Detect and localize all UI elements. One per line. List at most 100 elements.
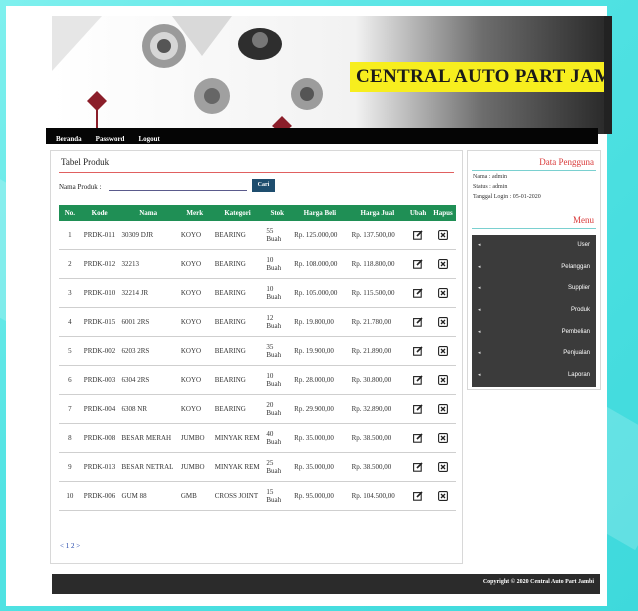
cell-harga-jual: Rp. 38.500,00 <box>348 423 407 453</box>
sidebar-item-user[interactable]: ◂ User <box>472 235 596 257</box>
cell-hapus <box>430 423 456 453</box>
cell-stok: 40 Buah <box>263 423 292 453</box>
cell-ubah <box>406 278 430 308</box>
cell-kode: PRDK-003 <box>80 365 119 395</box>
delete-icon[interactable] <box>438 346 448 356</box>
delete-icon[interactable] <box>438 317 448 327</box>
sidebar-menu: ◂ User ◂ Pelanggan ◂ Supplier ◂ Produk ◂ Pemb… <box>472 235 596 387</box>
cell-merk: JUMBO <box>177 423 212 453</box>
cell-harga-beli: Rp. 19.800,00 <box>291 307 349 337</box>
edit-icon[interactable] <box>413 404 423 414</box>
cell-merk: KOYO <box>177 307 212 337</box>
cell-kategori: MINYAK REM <box>211 423 264 453</box>
sidebar-item-supplier[interactable]: ◂ Supplier <box>472 278 596 300</box>
search-label: Nama Produk : <box>59 183 102 191</box>
sidebar-item-penjualan[interactable]: ◂ Penjualan <box>472 343 596 365</box>
cell-kategori: BEARING <box>211 365 264 395</box>
delete-icon[interactable] <box>438 375 448 385</box>
edit-icon[interactable] <box>413 375 423 385</box>
cell-kode: PRDK-008 <box>80 423 119 453</box>
delete-icon[interactable] <box>438 491 448 501</box>
cell-merk: KOYO <box>177 336 212 366</box>
cell-hapus <box>430 481 456 511</box>
cell-ubah <box>406 221 430 250</box>
delete-icon[interactable] <box>438 462 448 472</box>
edit-icon[interactable] <box>413 433 423 443</box>
chevron-left-icon: ◂ <box>478 263 481 270</box>
cell-no: 9 <box>59 452 81 482</box>
cell-ubah <box>406 423 430 453</box>
table-row: 9 PRDK-013 BESAR NETRAL JUMBO MINYAK REM 25 B… <box>59 452 456 482</box>
cell-merk: GMB <box>177 481 212 511</box>
cell-hapus <box>430 278 456 308</box>
table-row: 10 PRDK-006 GUM 88 GMB CROSS JOINT 15 Buah Rp.… <box>59 481 456 511</box>
delete-icon[interactable] <box>438 288 448 298</box>
menu-title: Menu <box>573 215 594 225</box>
search-input[interactable] <box>109 179 247 191</box>
nav-beranda[interactable]: Beranda <box>56 135 82 143</box>
sidebar-item-label: Pembelian <box>561 328 590 335</box>
banner-title: CENTRAL AUTO PART JAMBI <box>350 62 604 92</box>
cell-hapus <box>430 452 456 482</box>
page-title: Tabel Produk <box>61 157 110 167</box>
sidebar-item-label: Produk <box>570 307 590 314</box>
cell-kode: PRDK-002 <box>80 336 119 366</box>
cell-hapus <box>430 394 456 424</box>
cell-kode: PRDK-010 <box>80 278 119 308</box>
nav-logout[interactable]: Logout <box>138 135 159 143</box>
cell-hapus <box>430 221 456 250</box>
cell-harga-jual: Rp. 115.500,00 <box>348 278 407 308</box>
search-button[interactable]: Cari <box>252 179 275 192</box>
nav-password[interactable]: Password <box>96 135 125 143</box>
cell-kategori: CROSS JOINT <box>211 481 264 511</box>
cell-nama: 6001 2RS <box>118 307 178 337</box>
cell-stok: 10 Buah <box>263 278 292 308</box>
cell-hapus <box>430 307 456 337</box>
cell-stok: 12 Buah <box>263 307 292 337</box>
delete-icon[interactable] <box>438 433 448 443</box>
cell-harga-beli: Rp. 19.900,00 <box>291 336 349 366</box>
pagination[interactable]: < 1 2 > <box>60 542 80 550</box>
cell-nama: 6304 2RS <box>118 365 178 395</box>
cell-no: 2 <box>59 249 81 279</box>
table-row: 3 PRDK-010 32214 JR KOYO BEARING 10 Buah Rp. 1… <box>59 278 456 308</box>
edit-icon[interactable] <box>413 288 423 298</box>
auto-parts-illustration <box>52 16 323 134</box>
cell-merk: KOYO <box>177 221 212 250</box>
edit-icon[interactable] <box>413 230 423 240</box>
chevron-left-icon: ◂ <box>478 307 481 314</box>
sidebar-item-label: User <box>577 242 590 248</box>
delete-icon[interactable] <box>438 404 448 414</box>
edit-icon[interactable] <box>413 317 423 327</box>
cell-ubah <box>406 394 430 424</box>
sidebar-item-label: Penjualan <box>563 350 590 357</box>
table-row: 7 PRDK-004 6308 NR KOYO BEARING 20 Buah Rp. 29… <box>59 394 456 424</box>
sidebar-item-pelanggan[interactable]: ◂ Pelanggan <box>472 257 596 279</box>
cell-hapus <box>430 365 456 395</box>
sidebar-item-produk[interactable]: ◂ Produk <box>472 300 596 322</box>
cell-ubah <box>406 452 430 482</box>
cell-harga-beli: Rp. 35.000,00 <box>291 423 349 453</box>
cell-kategori: BEARING <box>211 221 264 250</box>
sidebar-item-pembelian[interactable]: ◂ Pembelian <box>472 322 596 344</box>
edit-icon[interactable] <box>413 462 423 472</box>
cell-nama: 30309 DJR <box>118 221 178 250</box>
cell-merk: KOYO <box>177 365 212 395</box>
cell-stok: 10 Buah <box>263 365 292 395</box>
delete-icon[interactable] <box>438 259 448 269</box>
edit-icon[interactable] <box>413 346 423 356</box>
cell-harga-beli: Rp. 108.000,00 <box>291 249 349 279</box>
chevron-left-icon: ◂ <box>478 372 481 379</box>
cell-kode: PRDK-013 <box>80 452 119 482</box>
cell-stok: 15 Buah <box>263 481 292 511</box>
footer: Copyright © 2020 Central Auto Part Jambi <box>52 574 600 594</box>
login-date: Tanggal Login : 05-01-2020 <box>473 194 541 200</box>
edit-icon[interactable] <box>413 491 423 501</box>
edit-icon[interactable] <box>413 259 423 269</box>
col-kategori: Kategori <box>211 205 264 221</box>
delete-icon[interactable] <box>438 230 448 240</box>
chevron-left-icon: ◂ <box>478 328 481 335</box>
cell-no: 7 <box>59 394 81 424</box>
sidebar-item-laporan[interactable]: ◂ Laporan <box>472 365 596 387</box>
user-data-title: Data Pengguna <box>539 157 594 167</box>
